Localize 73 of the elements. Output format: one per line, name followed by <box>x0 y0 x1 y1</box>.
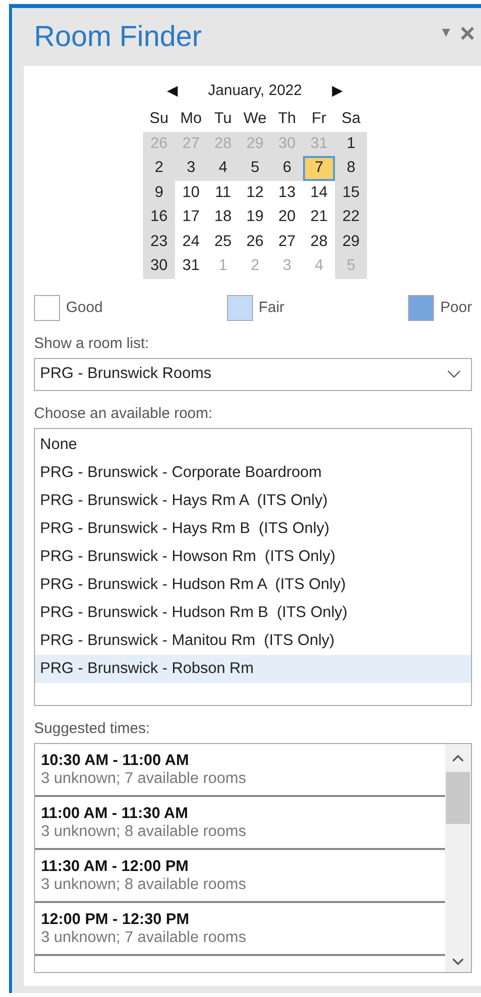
weekday-label: Sa <box>340 109 362 130</box>
room-item[interactable]: PRG - Brunswick - Manitou Rm (ITS Only) <box>35 626 471 654</box>
legend-label: Poor <box>440 299 472 316</box>
calendar-day[interactable]: 13 <box>271 180 303 205</box>
time-slot-detail: 3 unknown; 8 available rooms <box>41 876 248 894</box>
room-item[interactable]: PRG - Brunswick - Corporate Boardroom <box>35 458 471 486</box>
room-item[interactable]: PRG - Brunswick - Howson Rm (ITS Only) <box>35 542 471 570</box>
time-slot-detail: 3 unknown; 7 available rooms <box>41 770 248 788</box>
panel-title: Room Finder <box>34 20 202 54</box>
scroll-down-icon[interactable] <box>452 958 464 966</box>
time-slot-detail: 3 unknown; 8 available rooms <box>41 822 248 840</box>
calendar-day[interactable]: 8 <box>335 156 367 180</box>
room-item[interactable]: PRG - Brunswick - Hudson Rm B (ITS Only) <box>35 598 471 626</box>
calendar-day[interactable]: 21 <box>303 205 335 230</box>
calendar-day[interactable]: 6 <box>271 156 303 180</box>
legend-label: Fair <box>258 299 284 316</box>
room-item[interactable]: PRG - Brunswick - Hays Rm B (ITS Only) <box>35 514 471 542</box>
calendar-day[interactable]: 20 <box>271 205 303 230</box>
calendar-day[interactable]: 18 <box>207 205 239 230</box>
calendar-day[interactable]: 11 <box>207 180 239 205</box>
calendar-day[interactable]: 12 <box>239 180 271 205</box>
calendar-day[interactable]: 24 <box>175 230 207 254</box>
calendar-day[interactable]: 3 <box>175 156 207 180</box>
next-month-button[interactable]: ▶ <box>332 82 343 98</box>
calendar-day[interactable]: 30 <box>143 254 175 278</box>
time-slot[interactable]: 11:00 AM - 11:30 AM <box>41 804 445 822</box>
calendar-day[interactable]: 28 <box>303 230 335 254</box>
calendar-day[interactable]: 4 <box>207 156 239 180</box>
calendar-day[interactable]: 16 <box>143 205 175 230</box>
calendar-day[interactable]: 31 <box>175 254 207 278</box>
calendar-day[interactable]: 17 <box>175 205 207 230</box>
weekday-label: Su <box>148 109 170 130</box>
weekday-label: Fr <box>310 109 328 130</box>
calendar-day[interactable]: 15 <box>335 180 367 205</box>
room-list-label: Show a room list: <box>34 334 150 352</box>
dropdown-icon[interactable]: ▾ <box>442 25 450 41</box>
weekday-label: Mo <box>179 109 203 130</box>
calendar-day[interactable]: 26 <box>239 230 271 254</box>
calendar-day[interactable]: 2 <box>143 156 175 180</box>
room-item[interactable]: None <box>35 430 471 458</box>
calendar-day[interactable]: 10 <box>175 180 207 205</box>
calendar-day[interactable]: 14 <box>303 180 335 205</box>
time-slot[interactable]: 10:30 AM - 11:00 AM <box>41 752 445 770</box>
room-item[interactable]: PRG - Brunswick - Hudson Rm A (ITS Only) <box>35 570 471 598</box>
weekday-label: Th <box>276 109 298 130</box>
calendar-day[interactable]: 29 <box>335 230 367 254</box>
close-icon[interactable]: × <box>460 20 475 46</box>
time-slot[interactable]: 12:00 PM - 12:30 PM <box>41 910 445 928</box>
room-list-dropdown[interactable]: PRG - Brunswick Rooms <box>34 358 472 390</box>
scrollbar[interactable] <box>445 744 471 972</box>
month-title: January, 2022 <box>208 82 302 98</box>
time-slot-detail: 3 unknown; 7 available rooms <box>41 928 248 946</box>
calendar-day[interactable]: 27 <box>271 230 303 254</box>
time-slot[interactable]: 11:30 AM - 12:00 PM <box>41 858 445 876</box>
suggested-times-label: Suggested times: <box>34 720 151 736</box>
legend-label: Good <box>66 299 103 316</box>
rooms-label: Choose an available room: <box>34 404 214 422</box>
room-item[interactable]: PRG - Brunswick - Robson Rm <box>35 654 471 682</box>
chevron-down-icon <box>447 370 461 378</box>
calendar-day[interactable]: 19 <box>239 205 271 230</box>
scroll-thumb[interactable] <box>446 772 470 824</box>
calendar-day[interactable]: 7 <box>303 156 335 180</box>
weekday-label: Tu <box>213 109 233 130</box>
calendar-day[interactable]: 22 <box>335 205 367 230</box>
calendar-day[interactable]: 9 <box>143 180 175 205</box>
calendar-day[interactable]: 5 <box>239 156 271 180</box>
calendar-day[interactable]: 25 <box>207 230 239 254</box>
room-item[interactable]: PRG - Brunswick - Hays Rm A (ITS Only) <box>35 486 471 514</box>
previous-month-button[interactable]: ◀ <box>167 82 178 98</box>
weekday-label: We <box>242 109 268 130</box>
calendar-day[interactable]: 23 <box>143 230 175 254</box>
scroll-up-icon[interactable] <box>452 754 464 762</box>
calendar-day[interactable]: 1 <box>335 132 367 156</box>
